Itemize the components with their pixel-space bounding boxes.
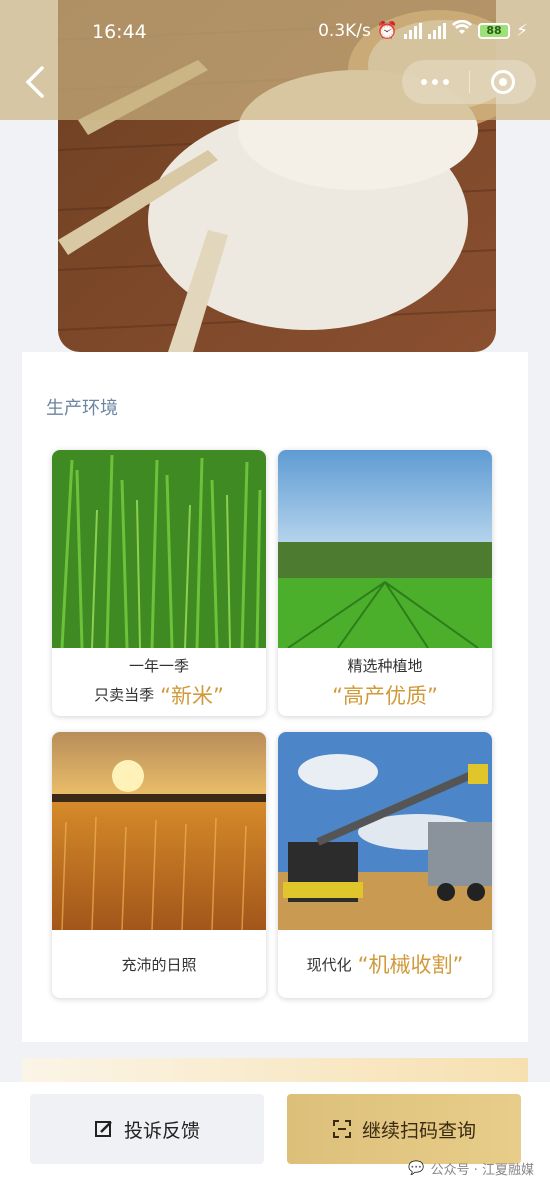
net-speed: 0.3K/s xyxy=(318,20,371,41)
tile-line1: 精选种植地 xyxy=(347,656,423,675)
harvester-image xyxy=(278,732,492,930)
back-button[interactable] xyxy=(22,62,52,102)
mini-program-capsule xyxy=(402,60,536,104)
watermark: 💬 公众号 · 江夏融媒 xyxy=(408,1159,534,1178)
wechat-icon: 💬 xyxy=(408,1161,425,1176)
status-indicators: 0.3K/s ⏰ 88 ⚡ xyxy=(318,19,528,41)
feedback-button[interactable]: 投诉反馈 xyxy=(30,1094,264,1164)
watermark-text: 公众号 · 江夏融媒 xyxy=(430,1163,534,1178)
farm-field-image xyxy=(278,450,492,648)
tile-line1: 充沛的日照 xyxy=(121,955,197,974)
tile-seasonal-rice: 一年一季 只卖当季 “新米” xyxy=(52,450,266,716)
chevron-left-icon xyxy=(25,66,44,98)
tile-sunshine: 充沛的日照 xyxy=(52,732,266,998)
charging-icon: ⚡ xyxy=(516,20,528,41)
battery-indicator: 88 xyxy=(478,22,511,39)
edit-icon xyxy=(94,1121,112,1137)
wifi-icon xyxy=(452,19,473,41)
status-time: 16:44 xyxy=(92,21,147,43)
target-icon[interactable] xyxy=(470,70,537,94)
signal-icon xyxy=(404,22,423,39)
alarm-icon: ⏰ xyxy=(376,20,399,41)
scan-icon xyxy=(332,1120,351,1138)
tile-caption: 精选种植地 “高产优质” xyxy=(278,648,492,716)
tile-caption: 现代化 “机械收割” xyxy=(278,930,492,998)
scan-label: 继续扫码查询 xyxy=(361,1119,476,1142)
tile-planting-land: 精选种植地 “高产优质” xyxy=(278,450,492,716)
scan-again-button[interactable]: 继续扫码查询 xyxy=(287,1094,521,1164)
tile-highlight: “机械收割” xyxy=(357,953,464,977)
sunset-field-image xyxy=(52,732,266,930)
tile-caption: 一年一季 只卖当季 “新米” xyxy=(52,648,266,716)
tile-highlight: “新米” xyxy=(160,683,224,708)
tile-prefix: 现代化 xyxy=(306,955,352,974)
tile-mechanized-harvest: 现代化 “机械收割” xyxy=(278,732,492,998)
content-card: 生产环境 一年一季 只卖当季 “新米” 精选种植地 “高产优质” 充沛的日照 现… xyxy=(22,352,528,1042)
tile-highlight: “高产优质” xyxy=(332,683,438,708)
feedback-label: 投诉反馈 xyxy=(123,1119,200,1142)
rice-seedling-image xyxy=(52,450,266,648)
tile-line1: 一年一季 xyxy=(128,656,189,675)
tile-line2-prefix: 只卖当季 xyxy=(94,686,155,704)
signal-icon-2 xyxy=(428,22,447,39)
bottom-action-bar: 投诉反馈 继续扫码查询 💬 公众号 · 江夏融媒 xyxy=(0,1082,550,1192)
tile-caption: 充沛的日照 xyxy=(52,930,266,998)
section-title: 生产环境 xyxy=(46,398,118,419)
top-bar: 16:44 0.3K/s ⏰ 88 ⚡ xyxy=(0,0,550,120)
more-dots-icon[interactable] xyxy=(402,79,469,85)
